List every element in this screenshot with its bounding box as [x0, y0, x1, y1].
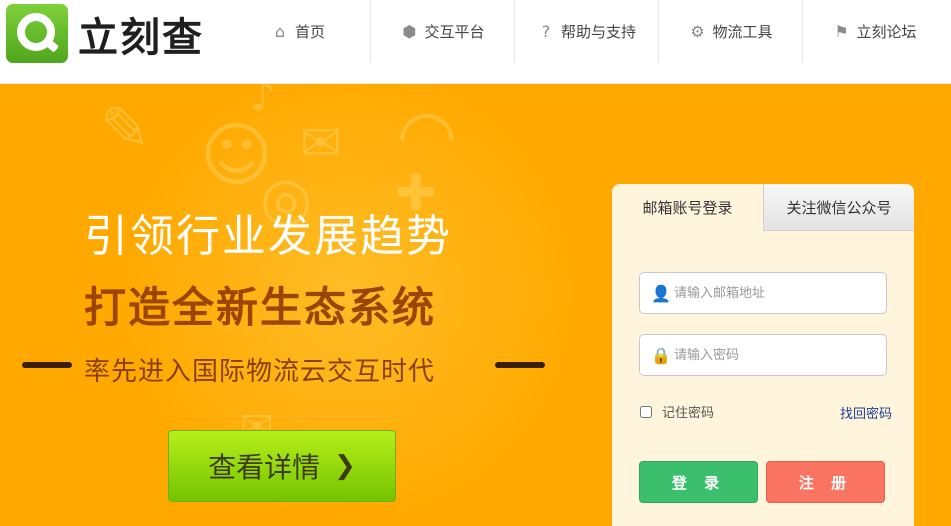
email-input[interactable]: [674, 285, 874, 301]
register-button[interactable]: 注 册: [766, 461, 885, 503]
nav-item-label: 立刻论坛: [856, 22, 917, 41]
view-details-label: 查看详情: [208, 451, 321, 484]
chat-decoration-icon: ✎: [100, 94, 151, 164]
chevron-right-icon: ❯: [334, 451, 356, 481]
hero-headline: 引领行业发展趋势: [84, 211, 452, 262]
login-tabs: 邮箱账号登录 关注微信公众号: [612, 184, 914, 231]
nav-item-home[interactable]: ⌂ 首页: [226, 0, 370, 62]
top-header: 立刻查 ⌂ 首页 ⬢ 交互平台 ? 帮助与支持 ⚙ 物流工具 ⚑ 立刻论坛: [0, 0, 951, 84]
site-logo[interactable]: 立刻查: [6, 4, 204, 63]
music-decoration-icon: ♪: [250, 84, 276, 120]
nav-item-label: 帮助与支持: [560, 22, 636, 41]
password-input[interactable]: [674, 347, 874, 363]
hero-subheadline: 打造全新生态系统: [84, 283, 437, 332]
tab-email-login[interactable]: 邮箱账号登录: [612, 184, 763, 231]
magnifier-logo-icon: [6, 4, 68, 63]
user-icon: 👤: [651, 283, 671, 303]
bookmark-icon: ⚑: [834, 21, 849, 41]
login-button[interactable]: 登 录: [639, 461, 758, 503]
nav-item-help[interactable]: ? 帮助与支持: [514, 0, 658, 62]
hero-tagline: 率先进入国际物流云交互时代: [84, 357, 436, 387]
nav-item-label: 交互平台: [424, 22, 485, 41]
divider-left: [22, 362, 72, 368]
question-icon: ?: [541, 21, 551, 41]
cube-icon: ⬢: [402, 21, 417, 41]
home-icon: ⌂: [274, 21, 286, 41]
remember-password: 记住密码: [640, 402, 714, 421]
remember-password-label: 记住密码: [662, 406, 715, 421]
password-field: 🔒: [639, 334, 887, 376]
email-field: 👤: [639, 272, 887, 314]
nav-item-label: 首页: [294, 22, 325, 41]
logo-text: 立刻查: [78, 14, 204, 61]
forgot-password-link[interactable]: 找回密码: [840, 403, 892, 422]
gear-icon: ⚙: [690, 21, 705, 41]
nav-item-tools[interactable]: ⚙ 物流工具: [658, 0, 802, 62]
view-details-button[interactable]: 查看详情 ❯: [168, 430, 396, 502]
tab-wechat-follow[interactable]: 关注微信公众号: [763, 184, 914, 231]
nav-item-platform[interactable]: ⬢ 交互平台: [370, 0, 514, 62]
lock-icon: 🔒: [651, 345, 671, 365]
nav-item-forum[interactable]: ⚑ 立刻论坛: [802, 0, 946, 62]
divider-right: [495, 362, 545, 368]
main-nav: ⌂ 首页 ⬢ 交互平台 ? 帮助与支持 ⚙ 物流工具 ⚑ 立刻论坛: [226, 0, 946, 62]
login-panel: 邮箱账号登录 关注微信公众号 👤 🔒 记住密码 找回密码 登 录 注 册: [612, 184, 914, 526]
nav-item-label: 物流工具: [712, 22, 773, 41]
remember-password-checkbox[interactable]: [640, 405, 652, 418]
